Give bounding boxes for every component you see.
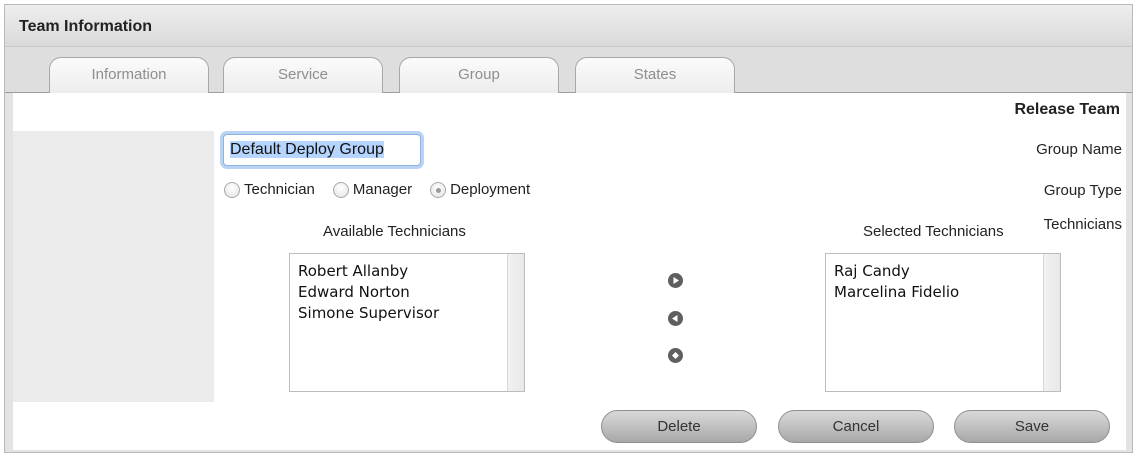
radio-deployment[interactable]: Deployment bbox=[430, 181, 530, 198]
window-title: Team Information bbox=[19, 18, 153, 35]
label-column bbox=[13, 131, 214, 402]
available-technicians-list[interactable]: Robert Allanby Edward Norton Simone Supe… bbox=[289, 253, 525, 392]
radio-manager-label: Manager bbox=[352, 181, 413, 198]
cancel-button[interactable]: Cancel bbox=[778, 410, 934, 443]
tab-service[interactable]: Service bbox=[223, 57, 383, 94]
arrow-right-icon[interactable] bbox=[668, 273, 683, 288]
group-type-label: Group Type bbox=[1043, 182, 1122, 199]
radio-deployment-circle[interactable] bbox=[430, 181, 447, 198]
section-title: Release Team bbox=[1014, 101, 1120, 118]
selected-list-scrollbar[interactable] bbox=[1043, 254, 1060, 391]
group-panel: Release Team Group Name Group Type Techn… bbox=[13, 93, 1126, 450]
radio-manager[interactable]: Manager bbox=[332, 181, 413, 198]
available-technicians-caption: Available Technicians bbox=[323, 223, 466, 240]
available-list-scrollbar[interactable] bbox=[507, 254, 524, 391]
selected-technicians-caption: Selected Technicians bbox=[863, 223, 1004, 240]
selected-technicians-list[interactable]: Raj Candy Marcelina Fidelio bbox=[825, 253, 1061, 392]
group-name-label: Group Name bbox=[1036, 141, 1122, 158]
group-name-value: Default Deploy Group bbox=[230, 141, 384, 158]
tab-information[interactable]: Information bbox=[49, 57, 209, 94]
delete-button[interactable]: Delete bbox=[601, 410, 757, 443]
list-item[interactable]: Raj Candy bbox=[834, 261, 1060, 282]
arrow-left-icon[interactable] bbox=[668, 311, 683, 326]
list-item[interactable]: Robert Allanby bbox=[298, 261, 524, 282]
tab-group[interactable]: Group bbox=[399, 57, 559, 94]
radio-manager-circle[interactable] bbox=[332, 181, 349, 198]
radio-deployment-label: Deployment bbox=[450, 181, 531, 198]
save-button[interactable]: Save bbox=[954, 410, 1110, 443]
group-name-input[interactable]: Default Deploy Group bbox=[223, 134, 421, 166]
arrow-double-icon[interactable] bbox=[668, 348, 683, 363]
team-information-window: Team Information Information Service Gro… bbox=[4, 4, 1133, 453]
list-item[interactable]: Marcelina Fidelio bbox=[834, 282, 1060, 303]
group-type-radios: Technician Manager Deployment bbox=[224, 181, 548, 198]
window-header: Team Information bbox=[5, 5, 1132, 47]
tab-bar: Information Service Group States bbox=[5, 47, 1132, 94]
radio-technician-circle[interactable] bbox=[224, 181, 240, 198]
radio-technician-label: Technician bbox=[244, 181, 315, 198]
list-item[interactable]: Edward Norton bbox=[298, 282, 524, 303]
list-item[interactable]: Simone Supervisor bbox=[298, 303, 524, 324]
radio-technician[interactable]: Technician bbox=[224, 181, 315, 198]
tab-states[interactable]: States bbox=[575, 57, 735, 94]
